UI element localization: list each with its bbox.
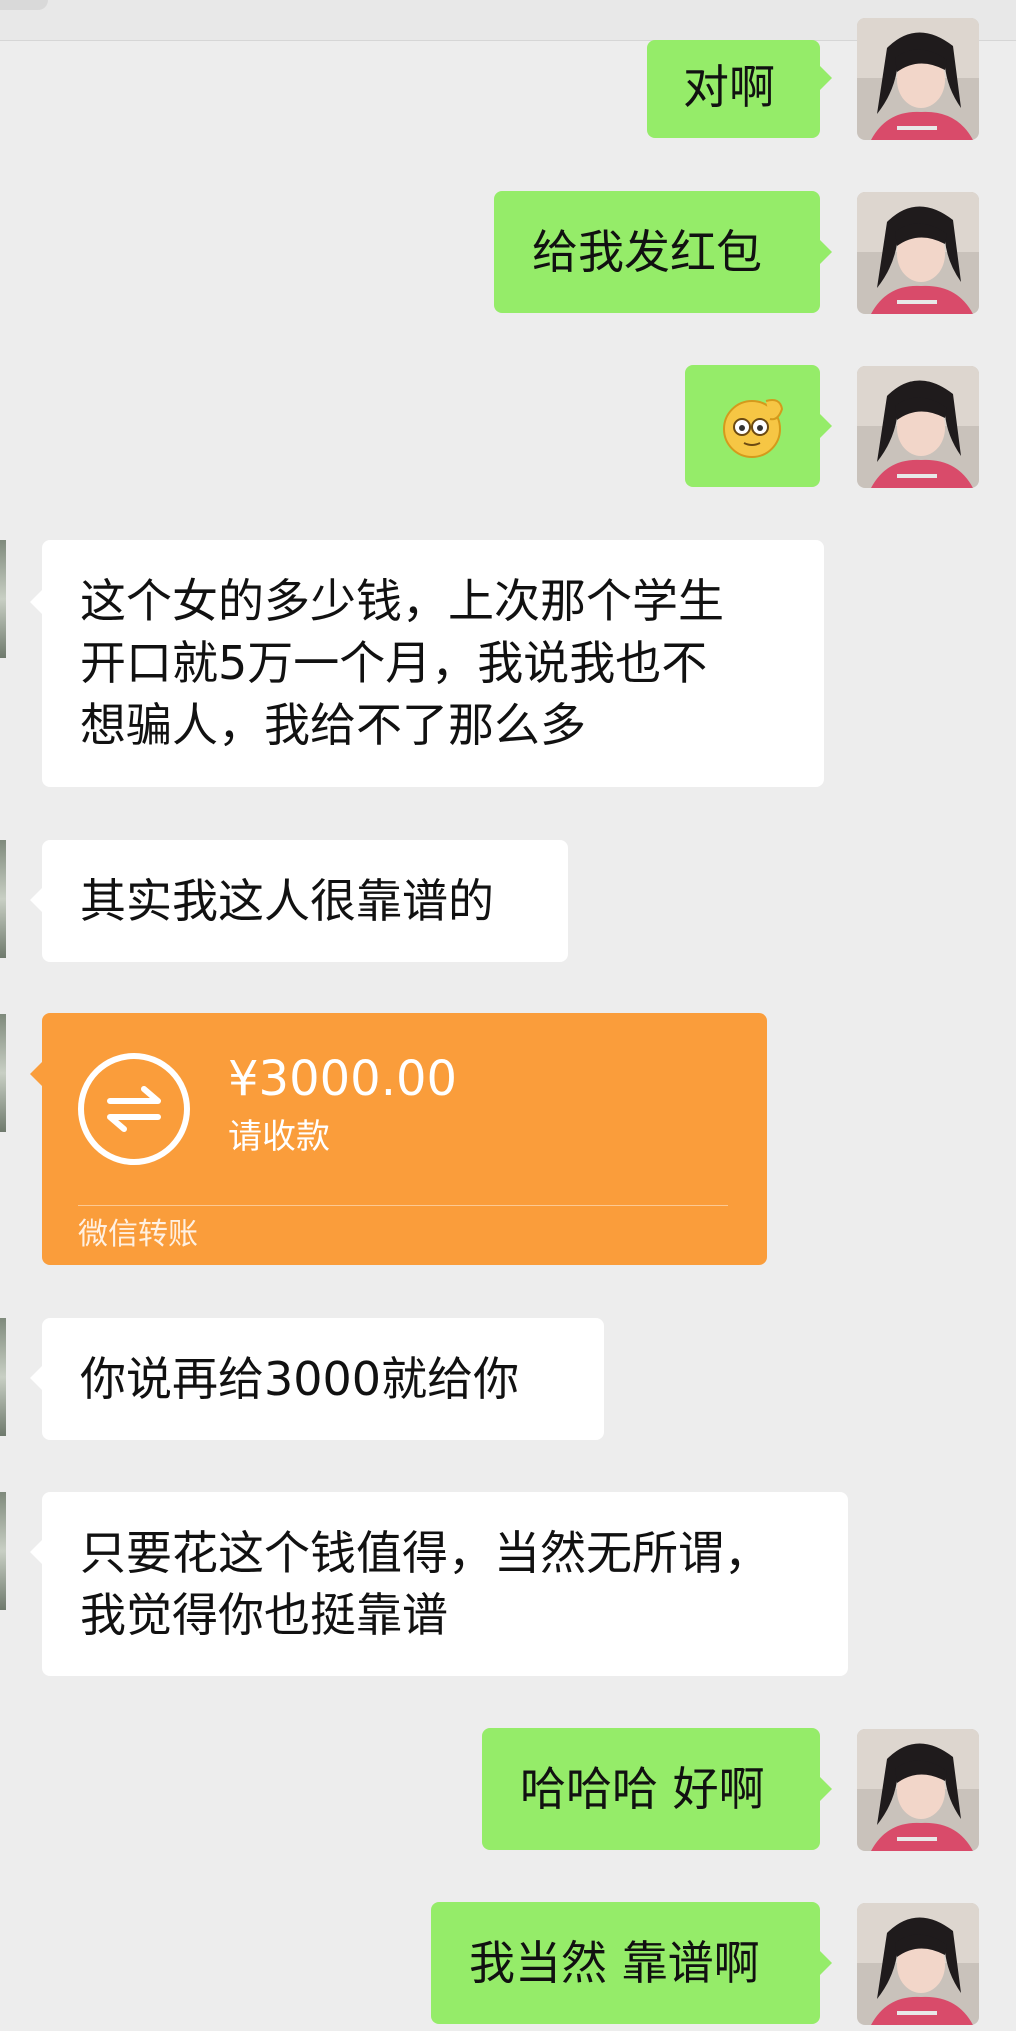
transfer-arrows-icon <box>78 1053 190 1165</box>
contact-avatar-edge[interactable] <box>0 540 6 658</box>
bubble-tail <box>820 1777 832 1801</box>
message-text-line: 只要花这个钱值得，当然无所谓， <box>80 1526 770 1580</box>
contact-avatar-edge[interactable] <box>0 1014 6 1132</box>
transfer-status: 请收款 <box>228 1117 330 1157</box>
bubble-tail <box>30 888 42 912</box>
message-bubble-outgoing[interactable]: 我当然 靠谱啊 <box>431 1902 820 2024</box>
divider <box>78 1205 728 1206</box>
message-bubble-incoming[interactable]: 你说再给3000就给你 <box>42 1318 604 1440</box>
message-text-line: 想骗人，我给不了那么多 <box>80 698 586 752</box>
contact-avatar-edge[interactable] <box>0 1492 6 1610</box>
contact-avatar-edge[interactable] <box>0 840 6 958</box>
message-bubble-outgoing[interactable]: 给我发红包 <box>494 191 820 313</box>
message-text-line: 这个女的多少钱，上次那个学生 <box>80 574 724 628</box>
message-text: 给我发红包 <box>532 225 762 279</box>
message-text: 对啊 <box>683 60 775 114</box>
bubble-tail <box>820 240 832 264</box>
bubble-tail <box>30 1366 42 1390</box>
message-bubble-incoming[interactable]: 其实我这人很靠谱的 <box>42 840 568 962</box>
message-bubble-incoming[interactable]: 这个女的多少钱，上次那个学生 开口就5万一个月，我说我也不 想骗人，我给不了那么… <box>42 540 824 787</box>
bubble-tail <box>820 66 832 90</box>
message-bubble-outgoing[interactable]: 哈哈哈 好啊 <box>482 1728 820 1850</box>
message-text-line: 开口就5万一个月，我说我也不 <box>80 636 708 690</box>
user-avatar[interactable] <box>857 18 979 140</box>
message-text: 你说再给3000就给你 <box>80 1352 520 1406</box>
bubble-tail <box>820 1951 832 1975</box>
transfer-amount: ¥3000.00 <box>228 1051 458 1107</box>
message-text: 我当然 靠谱啊 <box>469 1936 760 1990</box>
message-text: 其实我这人很靠谱的 <box>80 874 494 928</box>
user-avatar[interactable] <box>857 1903 979 2025</box>
bubble-tail <box>30 590 42 614</box>
message-bubble-outgoing[interactable] <box>685 365 820 487</box>
bubble-tail <box>30 1540 42 1564</box>
user-avatar[interactable] <box>857 192 979 314</box>
message-bubble-incoming[interactable]: 只要花这个钱值得，当然无所谓， 我觉得你也挺靠谱 <box>42 1492 848 1676</box>
wechat-transfer-card[interactable]: ¥3000.00 请收款 微信转账 <box>42 1013 767 1265</box>
contact-avatar-edge[interactable] <box>0 1318 6 1436</box>
bubble-tail <box>30 1062 42 1086</box>
top-bar-notch <box>0 0 48 10</box>
bubble-tail <box>820 414 832 438</box>
message-text: 哈哈哈 好啊 <box>520 1762 765 1816</box>
transfer-label: 微信转账 <box>78 1217 198 1252</box>
message-text-line: 我觉得你也挺靠谱 <box>80 1588 448 1642</box>
salute-face-emoji-icon <box>723 399 784 458</box>
message-bubble-outgoing[interactable]: 对啊 <box>647 40 820 138</box>
user-avatar[interactable] <box>857 1729 979 1851</box>
user-avatar[interactable] <box>857 366 979 488</box>
